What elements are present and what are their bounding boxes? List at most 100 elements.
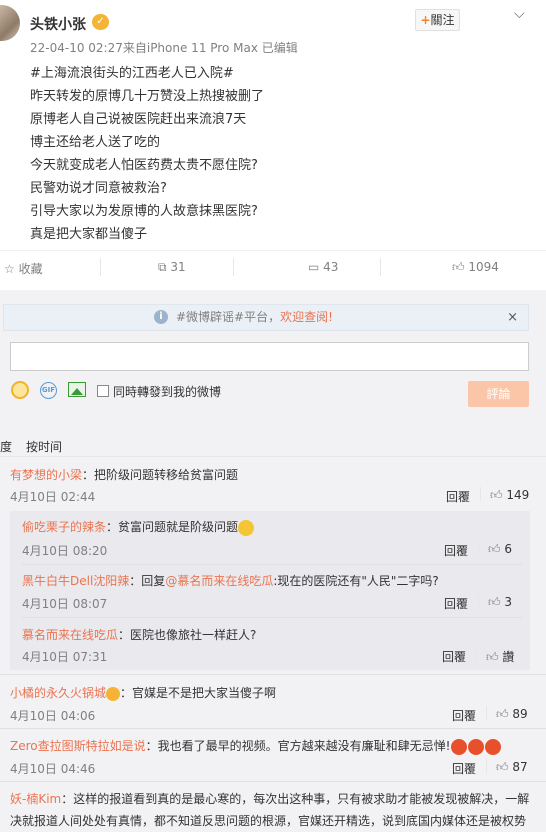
divider (100, 258, 101, 276)
divider (22, 617, 522, 618)
author-name[interactable]: 头铁小张 (30, 14, 86, 34)
comment-like-count: 149 (506, 488, 530, 502)
thumbs-up-icon: 👍︎ (496, 707, 513, 721)
like-button[interactable]: 👍︎ 1094 (452, 260, 499, 275)
repost-icon: ⧉ (158, 260, 171, 274)
divider (380, 258, 381, 276)
repost-button[interactable]: ⧉ 31 (158, 260, 186, 275)
divider (486, 759, 487, 773)
comment-text-continued: 决就报道人间处处有真情，都不知道反思问题的根源，官媒还开精选，说到底国内媒体还是… (10, 814, 527, 828)
sort-by-time-tab[interactable]: 按时间 (26, 438, 62, 455)
thumbs-up-icon: 👍︎ (490, 488, 507, 502)
reply-button[interactable]: 回覆 (444, 595, 468, 612)
divider (0, 456, 546, 457)
comment-like-button[interactable]: 👍︎ 89 (496, 707, 528, 722)
comment-user[interactable]: 慕名而来在线吃瓜 (22, 628, 118, 642)
comment-icon: ▭ (308, 260, 324, 274)
post-line: 民警劝说才同意被救治? (30, 181, 167, 196)
comment-like-count: 89 (512, 707, 528, 721)
author-avatar[interactable] (0, 5, 20, 41)
comment-item: 有梦想的小梁：把阶级问题转移给贫富问题 (10, 466, 238, 483)
vip-badge-icon (106, 686, 121, 701)
comment-like-button[interactable]: 👍︎ 3 (488, 595, 512, 610)
divider (0, 728, 546, 729)
plus-icon: + (420, 13, 431, 27)
thumbs-up-icon: 👍︎ (452, 260, 469, 274)
follow-button[interactable]: +關注 (415, 9, 460, 31)
comment-like-count: 87 (512, 760, 528, 774)
gif-icon[interactable]: GIF (40, 382, 57, 399)
notice-link[interactable]: 欢迎查阅! (280, 310, 333, 324)
comment-user[interactable]: Zero查拉图斯特拉如是说 (10, 739, 146, 753)
comment-text: ：我也看了最早的视频。官方越来越没有廉耻和肆无忌惮! (145, 739, 451, 753)
reply-button[interactable]: 回覆 (446, 488, 470, 505)
comment-text: ：把阶级问题转移给贫富问题 (82, 468, 239, 482)
post-line: 原博老人自己说被医院赶出来流浪7天 (30, 112, 247, 127)
comment-user[interactable]: 有梦想的小梁 (10, 468, 82, 482)
comment-user[interactable]: 偷吃栗子的辣条 (22, 520, 106, 534)
reply-button[interactable]: 回覆 (452, 707, 476, 724)
chevron-down-icon[interactable]: ⌵ (514, 6, 525, 22)
thumbs-up-icon: 👍︎ (488, 542, 505, 556)
angry-emoji-icon (468, 738, 485, 755)
comment-text: ：贫富问题就是阶级问题 (106, 520, 239, 534)
divider (22, 564, 522, 565)
post-meta: 22-04-10 02:27来自iPhone 11 Pro Max 已编辑 (30, 41, 298, 55)
notice-text: #微博辟谣#平台， (176, 310, 281, 324)
sub-comment-item: 慕名而来在线吃瓜：医院也像旅社一样赶人? (22, 626, 256, 643)
divider (0, 781, 546, 782)
divider (478, 594, 479, 608)
post-line: 博主还给老人送了吃的 (30, 135, 161, 150)
comment-user[interactable]: 妖-楠Kim (10, 792, 61, 806)
post-line: 引导大家以为发原博的人故意抹黑医院? (30, 204, 258, 219)
angry-emoji-icon (485, 738, 502, 755)
sort-hot-tab[interactable]: 度 (0, 438, 12, 455)
repost-count: 31 (170, 260, 186, 274)
comment-text: ：医院也像旅社一样赶人? (118, 628, 257, 642)
post-hashtag[interactable]: #上海流浪街头的江西老人已入院# (30, 62, 234, 81)
sub-comment-item: 黑牛白牛Dell沈阳辣：回复@慕名而来在线吃瓜:现在的医院还有"人民"二字吗? (22, 572, 439, 589)
sub-comment-item: 偷吃栗子的辣条：贫富问题就是阶级问题 (22, 518, 255, 536)
comment-user[interactable]: 黑牛白牛Dell沈阳辣 (22, 574, 129, 588)
comment-like-button[interactable]: 👍︎ 87 (496, 760, 528, 775)
close-icon[interactable]: × (507, 305, 518, 330)
thumbs-up-icon: 👍︎ (488, 595, 505, 609)
comment-like-button[interactable]: 👍︎ 讚 (486, 648, 514, 665)
emoji-icon (238, 519, 255, 536)
repost-checkbox-label: 同時轉發到我的微博 (113, 385, 222, 399)
star-icon: ☆ (4, 262, 19, 276)
collect-button[interactable]: ☆ 收藏 (4, 260, 43, 277)
post-line: 真是把大家都当傻子 (30, 227, 148, 242)
divider (0, 674, 546, 675)
comment-text: ：官媒是不是把大家当傻子啊 (120, 686, 277, 700)
comment-input[interactable] (10, 342, 529, 371)
reply-button[interactable]: 回覆 (452, 760, 476, 777)
comment-like-button[interactable]: 👍︎ 6 (488, 542, 512, 557)
emoji-icon[interactable] (11, 381, 29, 399)
info-icon: i (154, 310, 168, 324)
like-count: 1094 (468, 260, 499, 274)
submit-comment-button[interactable]: 評論 (468, 381, 529, 407)
divider (478, 541, 479, 555)
comment-date: 4月10日 08:07 (22, 597, 108, 611)
image-icon[interactable] (68, 382, 86, 397)
collect-label: 收藏 (18, 262, 43, 276)
reply-button[interactable]: 回覆 (444, 542, 468, 559)
comment-like-count: 6 (504, 542, 512, 556)
comment-date: 4月10日 07:31 (22, 650, 108, 664)
divider (480, 487, 481, 501)
angry-emoji-icon (451, 738, 468, 755)
comment-button[interactable]: ▭ 43 (308, 260, 338, 274)
mention-link[interactable]: @慕名而来在线吃瓜 (165, 574, 273, 588)
comment-date: 4月10日 02:44 (10, 490, 96, 504)
rumor-notice-bar: i #微博辟谣#平台，欢迎查阅! × (3, 304, 529, 331)
comment-like-label: 讚 (502, 650, 515, 664)
thumbs-up-icon: 👍︎ (486, 650, 503, 664)
comment-like-count: 3 (504, 595, 512, 609)
comment-date: 4月10日 04:06 (10, 709, 96, 723)
comment-user[interactable]: 小橘的永久火锅城 (10, 686, 106, 700)
post-line: 今天就变成老人怕医药费太贵不愿住院? (30, 158, 258, 173)
repost-checkbox[interactable] (97, 385, 109, 397)
comment-like-button[interactable]: 👍︎ 149 (490, 488, 529, 503)
reply-button[interactable]: 回覆 (442, 648, 466, 665)
